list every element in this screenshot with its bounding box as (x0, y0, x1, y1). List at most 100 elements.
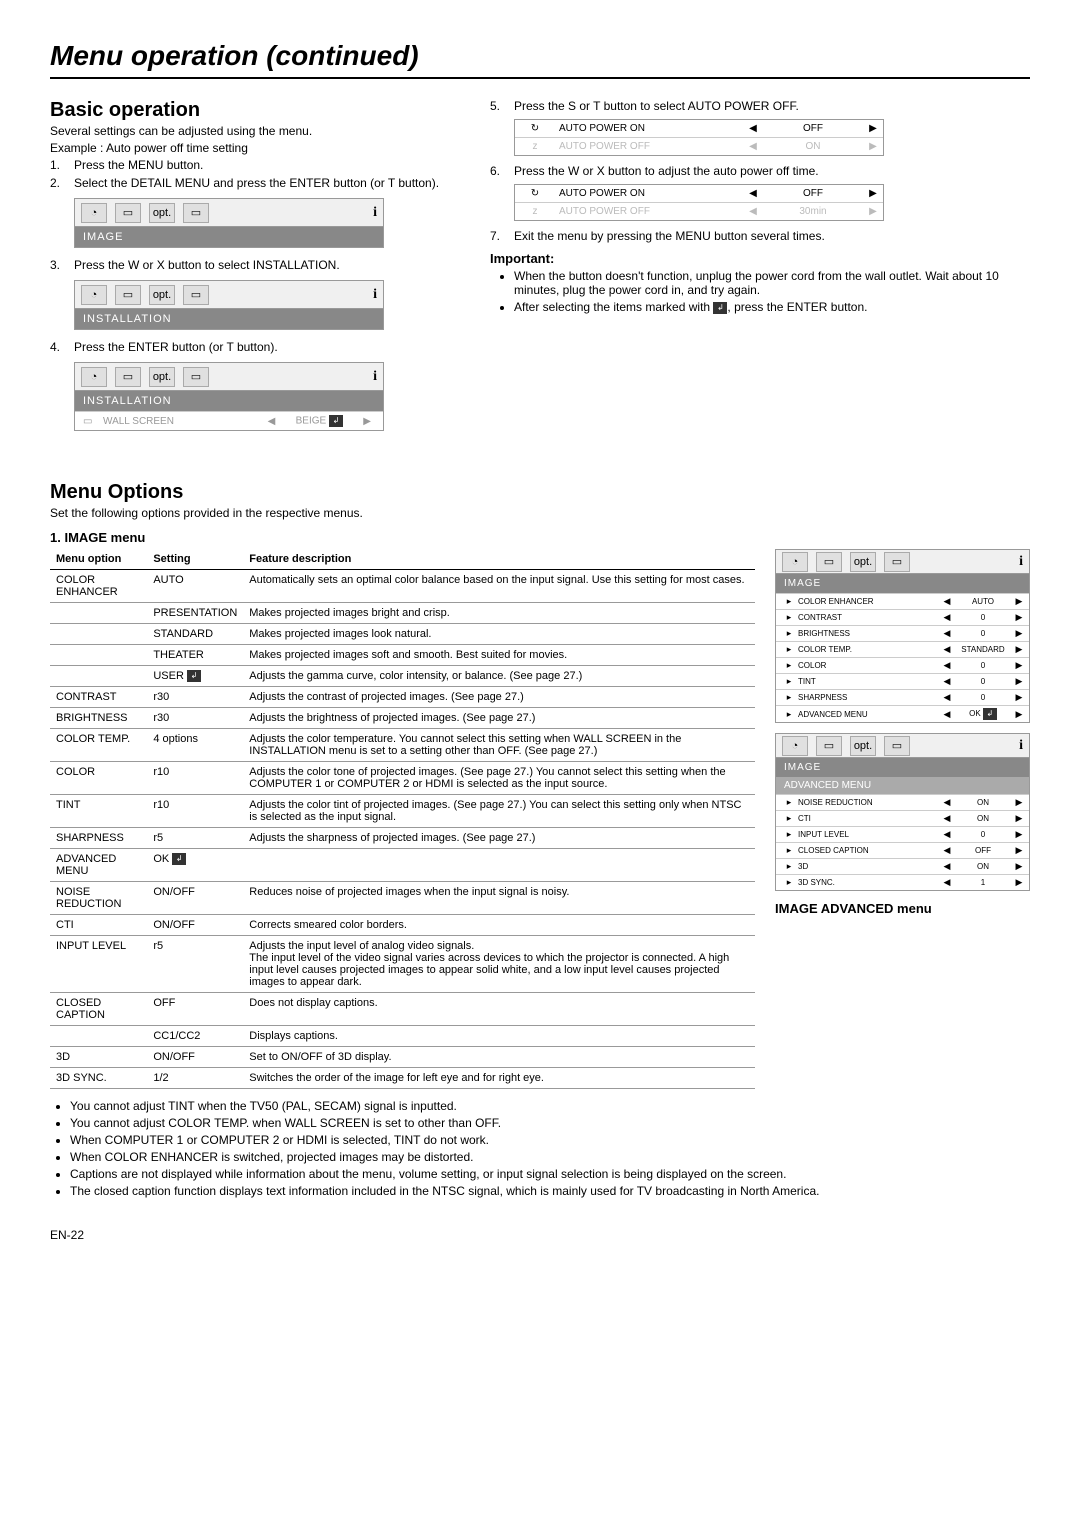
tab-icon: ▭ (115, 203, 141, 223)
auto-power-box-2: ↻AUTO POWER ON◀OFF▶ zAUTO POWER OFF◀30mi… (514, 184, 884, 221)
cell-option: SHARPNESS (50, 828, 147, 849)
cell-option: CLOSED CAPTION (50, 993, 147, 1026)
tab-icon: ◔ (81, 367, 107, 387)
cell-option (50, 666, 147, 687)
side-menu-label: IMAGE (776, 574, 1029, 593)
cell-setting: 1/2 (147, 1068, 243, 1089)
ap-off-label: AUTO POWER OFF (555, 138, 743, 155)
basic-heading: Basic operation (50, 99, 460, 122)
tab-icon: ▭ (183, 367, 209, 387)
tab-icon: ▭ (115, 367, 141, 387)
cell-option (50, 1026, 147, 1047)
side-menu-row: ▸CONTRAST◀0▶ (776, 609, 1029, 625)
cell-description: Adjusts the gamma curve, color intensity… (243, 666, 755, 687)
cell-setting: r30 (147, 708, 243, 729)
cell-description: Makes projected images bright and crisp. (243, 603, 755, 624)
table-row: INPUT LEVELr5Adjusts the input level of … (50, 936, 755, 993)
cell-description (243, 849, 755, 882)
tab-icon: ▭ (183, 203, 209, 223)
tab-icon: ▭ (816, 736, 842, 756)
side-menu-row: ▸3D◀ON▶ (776, 858, 1029, 874)
cell-description: Corrects smeared color borders. (243, 915, 755, 936)
table-row: SHARPNESSr5Adjusts the sharpness of proj… (50, 828, 755, 849)
cell-setting: OK ↲ (147, 849, 243, 882)
table-row: 3D SYNC.1/2Switches the order of the ima… (50, 1068, 755, 1089)
intro-2: Example : Auto power off time setting (50, 141, 460, 155)
ap-on-value: OFF (763, 123, 863, 134)
cell-option (50, 624, 147, 645)
side-menu-label: IMAGE (776, 758, 1029, 777)
table-row: STANDARDMakes projected images look natu… (50, 624, 755, 645)
wall-screen-value: BEIGE ↲ (279, 415, 359, 427)
note-item: When COLOR ENHANCER is switched, project… (70, 1150, 1030, 1164)
cell-option: BRIGHTNESS (50, 708, 147, 729)
enter-icon: ↲ (713, 302, 727, 314)
info-icon: i (373, 369, 377, 385)
cell-setting: ON/OFF (147, 1047, 243, 1068)
cell-description: Makes projected images look natural. (243, 624, 755, 645)
info-icon: i (373, 205, 377, 221)
cell-setting: r5 (147, 936, 243, 993)
ap-on-label: AUTO POWER ON (555, 185, 743, 202)
menu-options-heading: Menu Options (50, 481, 1030, 504)
left-arrow-icon: ◀ (743, 123, 763, 134)
right-arrow-icon: ▶ (863, 141, 883, 152)
side-menu-row: ▸BRIGHTNESS◀0▶ (776, 625, 1029, 641)
cell-setting: AUTO (147, 570, 243, 603)
note-item: The closed caption function displays tex… (70, 1184, 1030, 1198)
table-row: NOISE REDUCTIONON/OFFReduces noise of pr… (50, 882, 755, 915)
table-row: USER ↲Adjusts the gamma curve, color int… (50, 666, 755, 687)
power-off-icon: z (515, 203, 555, 220)
tab-icon: ▭ (115, 285, 141, 305)
tab-icon: ◔ (782, 736, 808, 756)
cell-setting: ON/OFF (147, 915, 243, 936)
tab-icon: ▭ (816, 552, 842, 572)
page-title: Menu operation (continued) (50, 40, 1030, 79)
cell-option: CONTRAST (50, 687, 147, 708)
side-advanced-menu: ◔ ▭ opt. ▭ i IMAGE ADVANCED MENU ▸NOISE … (775, 733, 1030, 891)
side-menu-row: ▸CLOSED CAPTION◀OFF▶ (776, 842, 1029, 858)
info-icon: i (1019, 554, 1023, 570)
table-row: CC1/CC2Displays captions. (50, 1026, 755, 1047)
table-row: CTION/OFFCorrects smeared color borders. (50, 915, 755, 936)
tab-icon: ▭ (884, 736, 910, 756)
th-setting: Setting (147, 549, 243, 570)
right-arrow-icon: ▶ (359, 416, 375, 427)
table-row: COLOR ENHANCERAUTOAutomatically sets an … (50, 570, 755, 603)
menu-label: INSTALLATION (75, 309, 383, 329)
auto-power-box-1: ↻AUTO POWER ON◀OFF▶ zAUTO POWER OFF◀ON▶ (514, 119, 884, 156)
table-row: THEATERMakes projected images soft and s… (50, 645, 755, 666)
right-arrow-icon: ▶ (863, 123, 883, 134)
ap-off-value: ON (763, 141, 863, 152)
left-arrow-icon: ◀ (264, 416, 280, 427)
power-on-icon: ↻ (515, 120, 555, 137)
right-arrow-icon: ▶ (863, 206, 883, 217)
step-1: Press the MENU button. (74, 158, 460, 172)
menu-image-box: ◔ ▭ opt. ▭ i IMAGE (74, 198, 384, 248)
note-item: When COMPUTER 1 or COMPUTER 2 or HDMI is… (70, 1133, 1030, 1147)
wall-icon: ▭ (83, 416, 103, 427)
tab-icon: ◔ (782, 552, 808, 572)
cell-option: TINT (50, 795, 147, 828)
step-6: Press the W or X button to adjust the au… (514, 164, 1030, 178)
cell-option: 3D (50, 1047, 147, 1068)
tab-icon-opt: opt. (850, 552, 876, 572)
side-menu-row: ▸NOISE REDUCTION◀ON▶ (776, 794, 1029, 810)
power-on-icon: ↻ (515, 185, 555, 202)
cell-setting: r10 (147, 795, 243, 828)
cell-setting: OFF (147, 993, 243, 1026)
cell-description: Adjusts the color tone of projected imag… (243, 762, 755, 795)
side-menu-row: ▸ADVANCED MENU◀OK ↲▶ (776, 705, 1029, 722)
cell-description: Reduces noise of projected images when t… (243, 882, 755, 915)
ap-on-label: AUTO POWER ON (555, 120, 743, 137)
cell-description: Does not display captions. (243, 993, 755, 1026)
side-menu-row: ▸SHARPNESS◀0▶ (776, 689, 1029, 705)
table-row: BRIGHTNESSr30Adjusts the brightness of p… (50, 708, 755, 729)
th-description: Feature description (243, 549, 755, 570)
menu-installation-box: ◔ ▭ opt. ▭ i INSTALLATION (74, 280, 384, 330)
table-row: PRESENTATIONMakes projected images brigh… (50, 603, 755, 624)
enter-icon: ↲ (329, 415, 343, 427)
step-7: Exit the menu by pressing the MENU butto… (514, 229, 1030, 243)
table-row: TINTr10Adjusts the color tint of project… (50, 795, 755, 828)
tab-icon-opt: opt. (850, 736, 876, 756)
